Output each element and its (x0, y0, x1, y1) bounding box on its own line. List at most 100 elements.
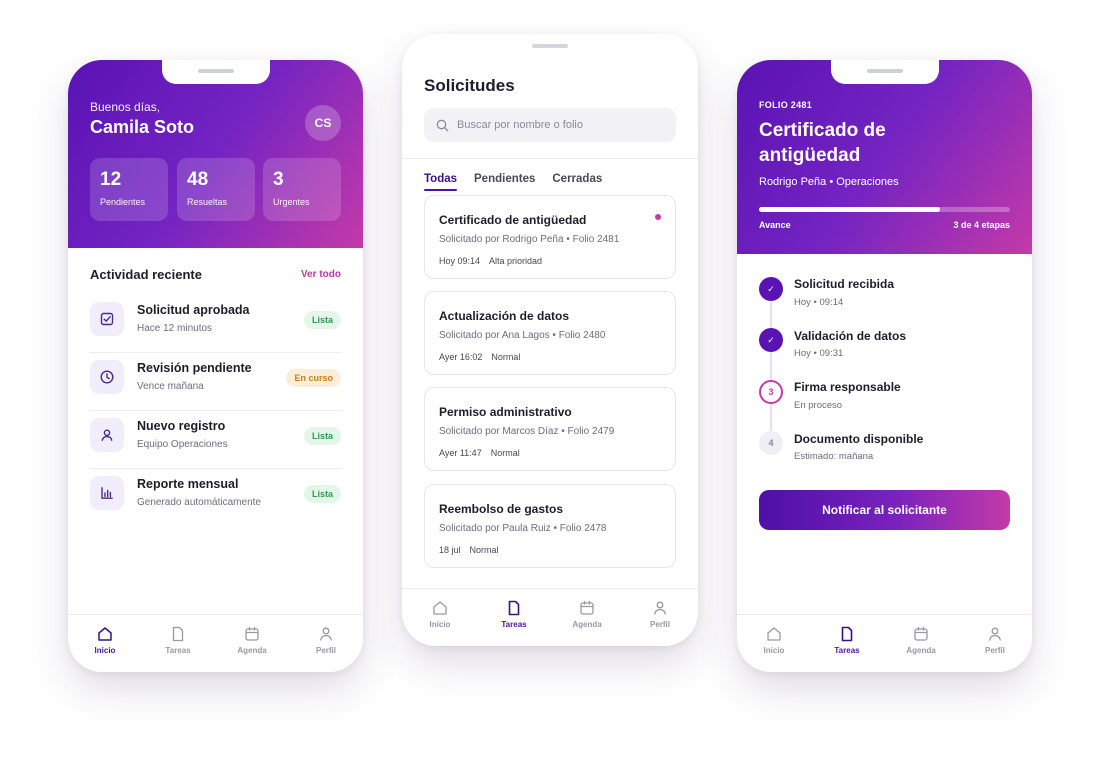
tab-todas[interactable]: Todas (424, 173, 458, 191)
tab-tareas[interactable]: Tareas (148, 625, 208, 655)
tab-tareas[interactable]: Tareas (817, 625, 877, 655)
activity-title: Revisión pendiente (137, 361, 252, 375)
detail-header: FOLIO 2481 Certificado de antigüedad Rod… (737, 60, 1032, 254)
progress-stage: 3 de 4 etapas (953, 220, 1010, 230)
stat-value: 3 (273, 169, 284, 190)
request-meta: 18 jul Normal (439, 545, 499, 555)
page-title: Solicitudes (424, 76, 515, 95)
step-name: Firma responsable (794, 380, 901, 394)
requester-info: Rodrigo Peña • Operaciones (759, 176, 899, 188)
request-priority: Normal (469, 545, 499, 555)
timeline-line (770, 290, 772, 436)
home-header: Buenos días, Camila Soto CS 12 Pendiente… (68, 60, 363, 248)
tab-pendientes[interactable]: Pendientes (474, 173, 535, 191)
request-card[interactable]: Permiso administrativo Solicitado por Ma… (424, 387, 676, 471)
document-icon (508, 600, 520, 616)
tab-label: Agenda (906, 646, 936, 655)
activity-item[interactable]: Nuevo registro Equipo Operaciones Lista (90, 411, 341, 469)
activity-title: Reporte mensual (137, 477, 239, 491)
tab-perfil[interactable]: Perfil (630, 599, 690, 629)
tab-inicio[interactable]: Inicio (75, 625, 135, 655)
user-name: Camila Soto (90, 117, 195, 137)
step-name: Documento disponible (794, 432, 924, 446)
tab-label: Agenda (237, 646, 267, 655)
tab-agenda[interactable]: Agenda (222, 625, 282, 655)
tab-bar: Inicio Tareas Agenda Perfil (68, 614, 363, 672)
stat-card-pending[interactable]: 12 Pendientes (90, 158, 168, 221)
tab-label: Perfil (649, 620, 670, 629)
phone-notch (830, 60, 939, 84)
tab-perfil[interactable]: Perfil (296, 625, 356, 655)
step-name: Validación de datos (794, 329, 907, 343)
home-icon (767, 627, 781, 641)
activity-subtitle: Equipo Operaciones (137, 439, 228, 450)
tab-label: Perfil (315, 646, 336, 655)
activity-subtitle: Hace 12 minutos (137, 323, 213, 334)
home-screen: Buenos días, Camila Soto CS 12 Pendiente… (68, 60, 363, 672)
stat-card-urgent[interactable]: 3 Urgentes (263, 158, 341, 221)
tab-label: Inicio (429, 620, 451, 629)
step-subtitle: En proceso (794, 400, 843, 411)
user-icon (90, 418, 124, 452)
tab-bar: Inicio Tareas Agenda Perfil (737, 614, 1032, 672)
document-icon (841, 626, 853, 642)
tab-cerradas[interactable]: Cerradas (552, 173, 602, 191)
request-title: Permiso administrativo (439, 405, 572, 419)
progress-fill (759, 207, 940, 212)
request-priority: Alta prioridad (489, 256, 543, 266)
request-meta: Ayer 11:47 Normal (439, 448, 520, 458)
request-card[interactable]: Certificado de antigüedad Solicitado por… (424, 195, 676, 279)
progress-bar (759, 207, 1010, 212)
activity-title: Solicitud aprobada (137, 303, 250, 317)
notify-button[interactable]: Notificar al solicitante (759, 490, 1010, 530)
tab-label: Tareas (165, 646, 191, 655)
tab-inicio[interactable]: Inicio (744, 625, 804, 655)
status-badge: Lista (303, 485, 341, 503)
search-icon (436, 119, 449, 131)
request-requester: Solicitado por Ana Lagos • Folio 2480 (439, 330, 606, 341)
page-title: Certificado de antigüedad (759, 120, 886, 166)
tab-perfil[interactable]: Perfil (965, 625, 1025, 655)
tab-label: Agenda (572, 620, 602, 629)
tab-label: Perfil (984, 646, 1005, 655)
user-icon (989, 627, 1001, 641)
stat-label: Pendientes (100, 197, 146, 207)
calendar-icon (245, 626, 259, 641)
request-priority: Normal (491, 352, 521, 362)
request-meta: Ayer 16:02 Normal (439, 352, 520, 362)
home-icon (433, 601, 447, 615)
search-bar[interactable] (424, 108, 676, 142)
request-card[interactable]: Actualización de datos Solicitado por An… (424, 291, 676, 375)
request-requester: Solicitado por Paula Ruiz • Folio 2478 (439, 523, 607, 534)
status-badge: Lista (303, 311, 341, 329)
tab-label: Inicio (94, 646, 116, 655)
request-card[interactable]: Reembolso de gastos Solicitado por Paula… (424, 484, 676, 568)
bar-chart-icon (90, 476, 124, 510)
request-time: Hoy 09:14 (439, 256, 481, 266)
request-priority: Normal (490, 448, 520, 458)
tab-label: Tareas (834, 646, 860, 655)
request-time: Ayer 16:02 (439, 352, 483, 362)
activity-subtitle: Generado automáticamente (137, 497, 261, 508)
request-title: Certificado de antigüedad (439, 213, 587, 227)
activity-item[interactable]: Reporte mensual Generado automáticamente… (90, 469, 341, 527)
avatar[interactable]: CS (305, 105, 341, 141)
stat-card-resolved[interactable]: 48 Resueltas (177, 158, 255, 221)
drag-handle[interactable] (532, 44, 568, 48)
activity-item[interactable]: Solicitud aprobada Hace 12 minutos Lista (90, 295, 341, 353)
see-all-link[interactable]: Ver todo (301, 269, 341, 280)
home-icon (98, 627, 112, 641)
search-input[interactable] (457, 119, 657, 131)
activity-item[interactable]: Revisión pendiente Vence mañana En curso (90, 353, 341, 411)
request-title: Actualización de datos (439, 309, 570, 323)
tab-bar: Inicio Tareas Agenda Perfil (402, 588, 698, 646)
phone-notch (161, 60, 270, 84)
tab-agenda[interactable]: Agenda (557, 599, 617, 629)
status-badge: Lista (303, 427, 341, 445)
tab-agenda[interactable]: Agenda (891, 625, 951, 655)
tab-inicio[interactable]: Inicio (410, 599, 470, 629)
request-requester: Solicitado por Marcos Díaz • Folio 2479 (439, 426, 615, 437)
status-badge: En curso (286, 369, 341, 387)
divider (402, 158, 698, 159)
tab-tareas[interactable]: Tareas (484, 599, 544, 629)
